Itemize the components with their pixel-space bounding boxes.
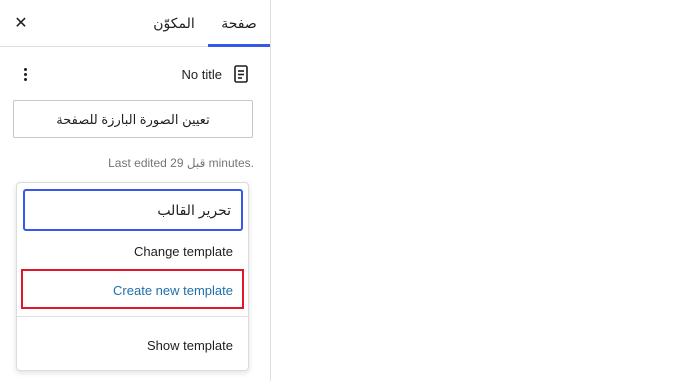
edit-template-button[interactable]: تحرير القالب	[23, 189, 243, 231]
show-template-item[interactable]: Show template	[147, 338, 233, 353]
tab-page[interactable]: صفحة	[208, 0, 270, 47]
settings-sidebar: ✕ المكوّن صفحة No title تعيين الصورة الب…	[0, 0, 271, 381]
sidebar-header: ✕ المكوّن صفحة	[0, 0, 270, 47]
document-title: No title	[181, 67, 222, 82]
menu-divider	[17, 316, 248, 317]
set-featured-image-button[interactable]: تعيين الصورة البارزة للصفحة	[13, 100, 253, 138]
last-edited-text: Last edited قبل 29 minutes.	[108, 156, 254, 170]
change-template-item[interactable]: Change template	[134, 244, 233, 259]
editor-canvas	[271, 0, 700, 381]
close-icon[interactable]: ✕	[10, 13, 32, 35]
template-menu: تحرير القالب Change template Create new …	[16, 182, 249, 371]
create-new-template-item[interactable]: Create new template	[113, 283, 233, 298]
document-title-row: No title	[0, 60, 270, 90]
tab-block[interactable]: المكوّن	[140, 0, 208, 46]
more-vertical-icon[interactable]	[18, 66, 32, 84]
page-icon	[234, 65, 248, 83]
